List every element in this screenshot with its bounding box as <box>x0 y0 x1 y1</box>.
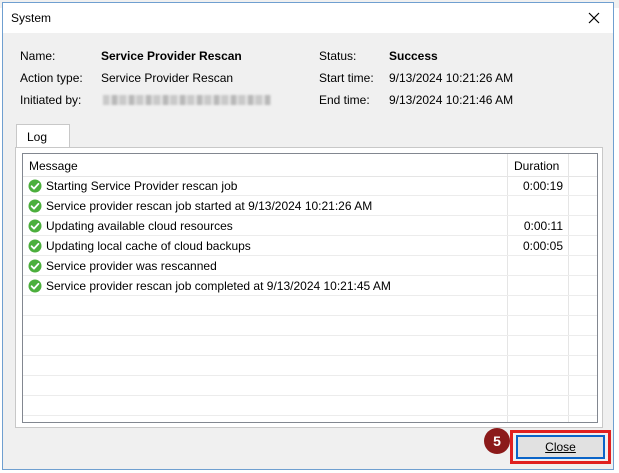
log-duration: 0:00:05 <box>522 239 563 253</box>
end-time-value: 9/13/2024 10:21:46 AM <box>389 93 514 107</box>
empty-table-row <box>23 376 597 396</box>
log-duration: 0:00:11 <box>523 219 563 233</box>
column-header-message[interactable]: Message <box>29 159 78 173</box>
name-label: Name: <box>20 49 56 63</box>
table-row[interactable]: Service provider rescan job started at 9… <box>23 196 597 216</box>
log-table: Message Duration Starting Service Provid… <box>22 153 598 423</box>
success-check-icon <box>28 179 42 193</box>
status-value: Success <box>389 49 438 63</box>
close-button[interactable]: Close <box>516 435 605 459</box>
log-message: Starting Service Provider rescan job <box>46 179 238 193</box>
close-button-label: Close <box>545 440 576 454</box>
table-row[interactable]: Service provider was rescanned <box>23 256 597 276</box>
log-message: Service provider rescan job completed at… <box>46 279 391 293</box>
window-title: System <box>11 11 52 25</box>
success-check-icon <box>28 259 42 273</box>
empty-table-row <box>23 356 597 376</box>
success-check-icon <box>28 219 42 233</box>
success-check-icon <box>28 239 42 253</box>
table-row[interactable]: Service provider rescan job completed at… <box>23 276 597 296</box>
log-message: Updating available cloud resources <box>46 219 233 233</box>
log-duration: 0:00:19 <box>522 179 563 193</box>
action-type-label: Action type: <box>20 71 83 85</box>
empty-table-row <box>23 336 597 356</box>
step-marker-badge: 5 <box>484 428 510 454</box>
name-value: Service Provider Rescan <box>101 49 242 63</box>
action-type-value: Service Provider Rescan <box>101 71 234 85</box>
title-bar: System <box>3 3 613 33</box>
initiated-by-label: Initiated by: <box>20 93 82 107</box>
table-row[interactable]: Updating local cache of cloud backups 0:0… <box>23 236 597 256</box>
end-time-label: End time: <box>319 93 370 107</box>
success-check-icon <box>28 199 42 213</box>
table-row[interactable]: Starting Service Provider rescan job 0:00… <box>23 176 597 196</box>
log-tab-panel: Message Duration Starting Service Provid… <box>15 147 603 428</box>
initiated-by-value-redacted <box>103 95 271 105</box>
start-time-value: 9/13/2024 10:21:26 AM <box>389 71 514 85</box>
empty-table-row <box>23 396 597 416</box>
column-header-duration[interactable]: Duration <box>514 159 559 173</box>
log-message: Service provider rescan job started at 9… <box>46 199 373 213</box>
status-label: Status: <box>319 49 357 63</box>
success-check-icon <box>28 279 42 293</box>
log-message: Service provider was rescanned <box>46 259 217 273</box>
start-time-label: Start time: <box>319 71 374 85</box>
empty-table-row <box>23 296 597 316</box>
log-table-header: Message Duration <box>23 154 597 177</box>
log-message: Updating local cache of cloud backups <box>46 239 251 253</box>
system-dialog: System Name: Service Provider Rescan Act… <box>2 2 614 470</box>
tab-log[interactable]: Log <box>16 124 70 148</box>
job-info-panel: Name: Service Provider Rescan Action typ… <box>3 33 613 123</box>
empty-table-row <box>23 316 597 336</box>
close-icon <box>588 12 600 24</box>
close-window-button[interactable] <box>581 6 607 30</box>
table-row[interactable]: Updating available cloud resources 0:00:1… <box>23 216 597 236</box>
